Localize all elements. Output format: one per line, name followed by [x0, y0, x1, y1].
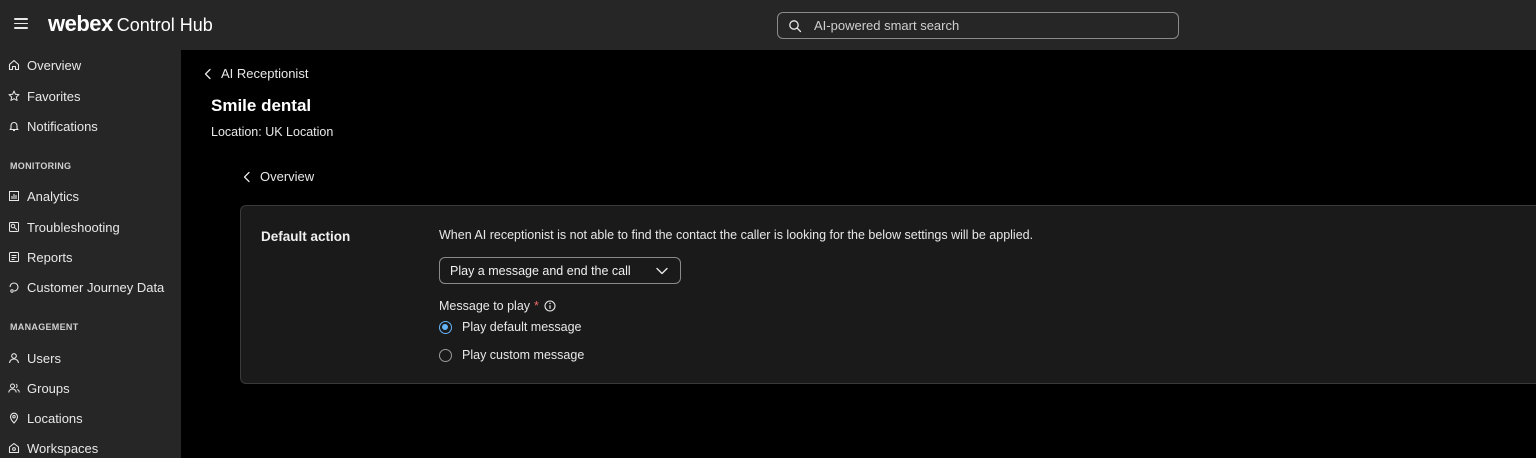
sidebar-item-groups[interactable]: Groups	[0, 375, 181, 401]
back-link-label: AI Receptionist	[221, 66, 309, 81]
card-title: Default action	[261, 229, 351, 244]
sidebar-item-label: Reports	[27, 249, 73, 265]
report-icon	[9, 252, 19, 262]
user-icon	[8, 353, 20, 364]
back-to-overview-link[interactable]: Overview	[242, 169, 314, 184]
select-value: Play a message and end the call	[450, 263, 631, 278]
sidebar-item-label: Troubleshooting	[27, 219, 120, 235]
main-content: AI Receptionist Smile dental Location: U…	[181, 50, 1536, 458]
radio-button-checked[interactable]	[439, 320, 452, 334]
default-action-card: Default action When AI receptionist is n…	[240, 205, 1536, 384]
search-input[interactable]	[814, 18, 1154, 33]
bell-icon	[9, 122, 19, 132]
required-mark: *	[534, 299, 539, 313]
sidebar-item-troubleshooting[interactable]: Troubleshooting	[0, 214, 181, 240]
back-link-label: Overview	[260, 169, 315, 184]
sidebar-item-notifications[interactable]: Notifications	[0, 113, 181, 139]
sidebar-item-label: Notifications	[27, 118, 98, 134]
radio-button-unchecked[interactable]	[439, 348, 452, 362]
bar-chart-icon	[9, 191, 19, 201]
card-description: When AI receptionist is not able to find…	[439, 228, 1034, 242]
product-name: Control Hub	[116, 15, 213, 35]
radio-label: Play default message	[462, 320, 582, 334]
sidebar-item-reports[interactable]: Reports	[0, 244, 181, 270]
radio-label: Play custom message	[462, 348, 585, 362]
sidebar-item-customer-journey-data[interactable]: Customer Journey Data	[0, 274, 181, 300]
chevron-left-icon	[204, 68, 211, 79]
workspace-icon	[8, 442, 20, 454]
home-icon	[8, 59, 20, 71]
sidebar-item-label: Groups	[27, 380, 70, 396]
back-to-ai-receptionist-link[interactable]: AI Receptionist	[203, 66, 308, 81]
sidebar-item-overview[interactable]: Overview	[0, 52, 181, 78]
sidebar-item-label: Overview	[27, 57, 82, 73]
sidebar-item-label: Customer Journey Data	[27, 279, 165, 295]
sidebar-item-label: Users	[27, 350, 61, 366]
sidebar-item-analytics[interactable]: Analytics	[0, 183, 181, 209]
sidebar-item-label: Locations	[27, 410, 83, 426]
radio-play-custom-message[interactable]: Play custom message	[439, 348, 584, 362]
radio-play-default-message[interactable]: Play default message	[439, 320, 582, 334]
sidebar-item-locations[interactable]: Locations	[0, 405, 181, 431]
menu-icon[interactable]	[14, 18, 28, 30]
field-label-text: Message to play	[439, 299, 531, 313]
sidebar-item-label: Analytics	[27, 188, 80, 204]
search-box[interactable]	[777, 12, 1179, 39]
message-to-play-label: Message to play *	[439, 299, 556, 313]
section-title-management: MANAGEMENT	[10, 322, 79, 332]
location-pin-icon	[9, 412, 19, 424]
group-icon	[8, 383, 20, 393]
star-icon	[8, 90, 20, 101]
chevron-down-icon	[656, 267, 668, 275]
troubleshoot-icon	[9, 222, 19, 232]
sidebar-item-favorites[interactable]: Favorites	[0, 83, 181, 109]
sidebar-item-label: Favorites	[27, 88, 81, 104]
info-icon[interactable]	[544, 300, 556, 312]
search-icon	[789, 19, 802, 32]
top-bar: webex Control Hub	[0, 0, 1536, 50]
section-title-monitoring: MONITORING	[10, 161, 72, 171]
default-action-select[interactable]: Play a message and end the call	[439, 257, 681, 284]
sidebar: Overview Favorites Notifications MONITOR…	[0, 50, 181, 458]
sidebar-item-workspaces[interactable]: Workspaces	[0, 435, 181, 458]
brand-logo: webex Control Hub	[48, 11, 213, 37]
page-title: Smile dental	[211, 96, 312, 115]
chevron-left-icon	[243, 171, 250, 182]
sidebar-item-label: Workspaces	[27, 440, 99, 456]
journey-icon	[9, 282, 19, 293]
brand-name: webex	[48, 11, 113, 36]
sidebar-item-users[interactable]: Users	[0, 345, 181, 371]
location-label: Location: UK Location	[211, 125, 334, 139]
